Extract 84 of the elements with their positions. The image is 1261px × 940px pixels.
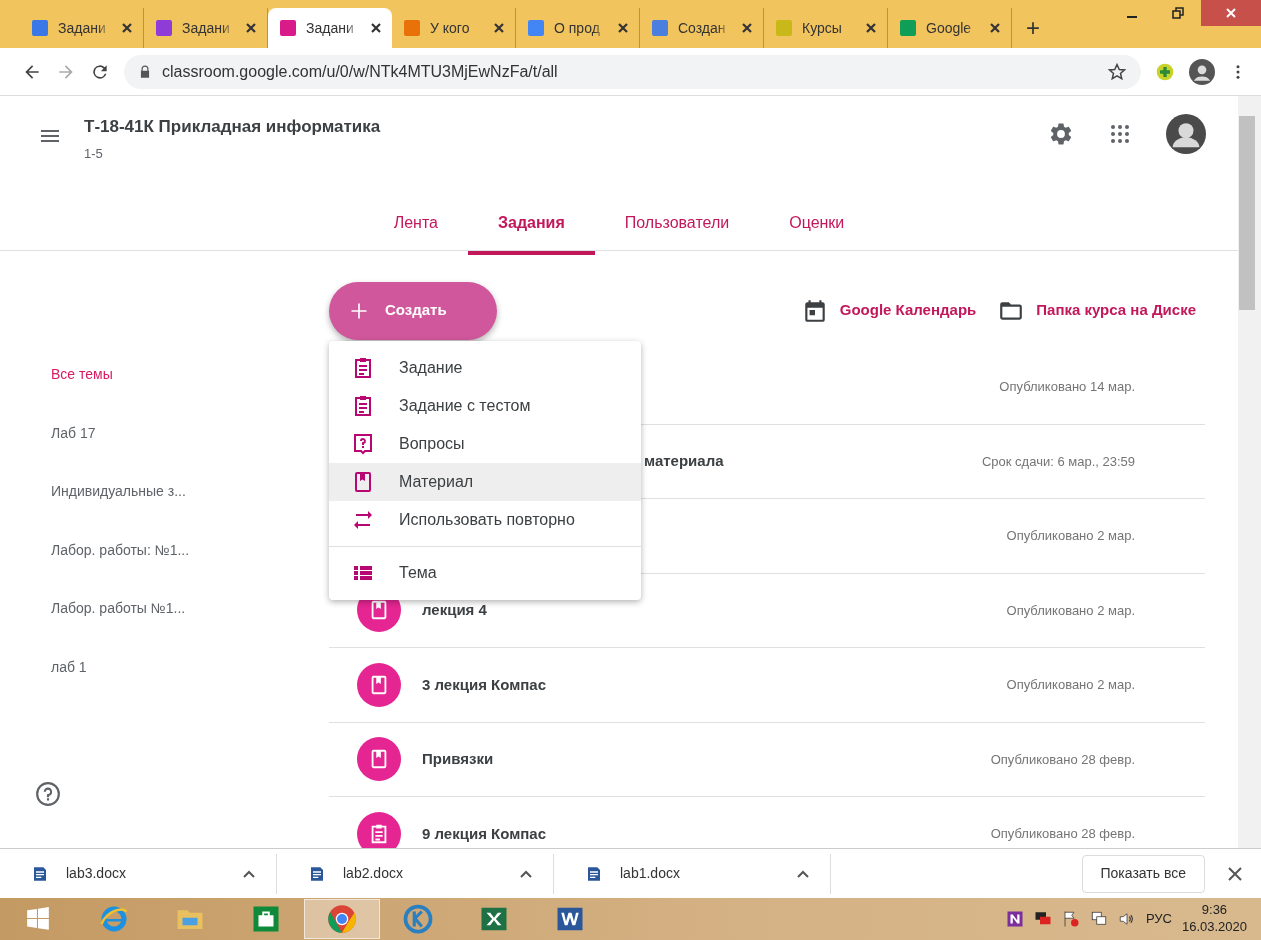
item-date: Опубликовано 2 мар. [1006, 676, 1135, 694]
topic-link[interactable]: Лабор. работы №1... [51, 598, 329, 657]
browser-tab[interactable]: У кого [392, 8, 516, 48]
apps-grid-icon[interactable] [1108, 122, 1132, 146]
browser-tab[interactable]: Задани [20, 8, 144, 48]
browser-tab[interactable]: Google [888, 8, 1012, 48]
nav-tab[interactable]: Пользователи [594, 195, 760, 255]
item-date: Опубликовано 2 мар. [1006, 527, 1135, 545]
menu-item[interactable]: Тема [329, 554, 641, 592]
store-icon[interactable] [251, 904, 281, 934]
settings-icon[interactable] [1048, 121, 1074, 147]
document-icon [586, 865, 602, 882]
lock-icon [138, 64, 152, 79]
star-icon[interactable] [1107, 61, 1127, 82]
list-item[interactable]: 3 лекция Компас Опубликовано 2 мар. [329, 648, 1205, 723]
close-icon[interactable] [617, 22, 629, 34]
browser-tab[interactable]: Курсы [764, 8, 888, 48]
nav-tab[interactable]: Лента [363, 195, 468, 255]
close-icon[interactable] [370, 22, 382, 34]
topic-link[interactable]: Все темы [51, 364, 329, 423]
browser-tab[interactable]: О прод [516, 8, 640, 48]
clock-time[interactable]: 9:36 [1181, 902, 1247, 919]
course-section: 1-5 [84, 143, 381, 163]
item-title: Привязки [422, 749, 494, 769]
topic-link[interactable]: лаб 1 [51, 656, 329, 715]
document-icon [309, 865, 325, 882]
menu-item[interactable]: Задание [329, 349, 641, 387]
extension-icon[interactable] [1155, 61, 1175, 82]
download-item[interactable]: lab2.docx [277, 853, 554, 894]
keyboard-language[interactable]: РУС [1145, 909, 1172, 929]
close-icon[interactable] [245, 22, 257, 34]
help-icon[interactable] [35, 781, 61, 807]
browser-tab[interactable]: Создан [640, 8, 764, 48]
item-date: Опубликовано 14 мар. [999, 378, 1135, 396]
browser-tab[interactable]: Задани [144, 8, 268, 48]
close-icon[interactable] [865, 22, 877, 34]
show-all-button[interactable]: Показать все [1081, 854, 1205, 893]
calendar-link[interactable]: Google Календарь [801, 297, 977, 324]
item-date: Опубликовано 2 мар. [1006, 601, 1135, 620]
list-item[interactable]: Привязки Опубликовано 28 февр. [329, 722, 1205, 797]
course-title: Т-18-41К Прикладная информатика [84, 116, 381, 138]
create-button[interactable]: Создать [329, 281, 497, 340]
menu-item[interactable]: Использовать повторно [329, 501, 641, 539]
address-field[interactable]: classroom.google.com/u/0/w/NTk4MTU3MjEwNzFa/t/all [124, 54, 1141, 89]
menu-item[interactable]: Вопросы [329, 425, 641, 463]
speaker-icon[interactable] [1117, 910, 1136, 928]
topic-link[interactable]: Лабор. работы: №1... [51, 539, 329, 598]
item-title: лекция 4 [422, 600, 487, 620]
close-icon[interactable] [493, 22, 505, 34]
flag-error-icon[interactable] [1061, 910, 1080, 928]
avatar-icon[interactable] [1189, 58, 1215, 85]
close-icon[interactable] [1227, 865, 1243, 882]
network-icon[interactable] [1089, 910, 1108, 928]
item-title: 9 лекция Компас [422, 823, 546, 844]
topic-link[interactable]: Индивидуальные з... [51, 481, 329, 540]
browser-tab[interactable]: Задани [268, 8, 392, 48]
new-tab-button[interactable]: + [1012, 8, 1054, 48]
item-title: материала [644, 451, 724, 471]
download-item[interactable]: lab3.docx [0, 853, 277, 894]
nav-tab[interactable]: Оценки [759, 195, 875, 255]
item-icon [357, 737, 401, 782]
close-icon[interactable] [121, 22, 133, 34]
item-date: Срок сдачи: 6 мар., 23:59 [981, 452, 1135, 471]
close-icon[interactable] [989, 22, 1001, 34]
folder-link[interactable]: Папка курса на Диске [998, 297, 1196, 324]
menu-item[interactable]: Задание с тестом [329, 387, 641, 425]
nav-tab[interactable]: Задания [467, 195, 595, 255]
restore-icon[interactable] [1172, 7, 1184, 19]
item-date: Опубликовано 28 февр. [990, 750, 1135, 769]
item-title: 3 лекция Компас [422, 674, 546, 695]
item-date: Опубликовано 28 февр. [990, 825, 1135, 843]
close-icon[interactable] [741, 22, 753, 34]
chrome-icon[interactable] [327, 904, 357, 934]
scrollbar[interactable] [1238, 96, 1261, 848]
windows-start-icon[interactable] [25, 906, 51, 932]
notebook-icon[interactable] [1005, 910, 1024, 928]
topic-link[interactable]: Лаб 17 [51, 422, 329, 481]
avatar-icon[interactable] [1166, 114, 1206, 154]
item-icon [357, 662, 401, 707]
document-icon [32, 865, 48, 882]
menu-item[interactable]: Материал [329, 463, 641, 501]
question-icon [351, 432, 375, 456]
clock-date[interactable]: 16.03.2020 [1181, 919, 1247, 936]
download-item[interactable]: lab1.docx [554, 853, 831, 894]
